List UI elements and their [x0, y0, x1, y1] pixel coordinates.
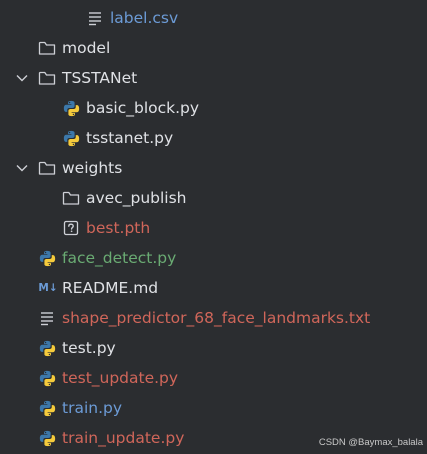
- tree-item-label: test.py: [62, 339, 116, 357]
- tree-item-label: train_update.py: [62, 429, 185, 447]
- markdown-file-icon: M↓: [38, 282, 58, 294]
- tree-item-shape-predictor-txt[interactable]: shape_predictor_68_face_landmarks.txt: [0, 303, 427, 333]
- python-file-icon: [38, 429, 56, 447]
- tree-item-avec-publish[interactable]: avec_publish: [0, 183, 427, 213]
- tree-item-label: best.pth: [86, 219, 151, 237]
- tree-item-label: label.csv: [110, 9, 179, 27]
- python-file-icon: [38, 339, 56, 357]
- tree-item-face-detect-py[interactable]: face_detect.py: [0, 243, 427, 273]
- folder-icon: [38, 69, 56, 87]
- tree-item-label-csv[interactable]: label.csv: [0, 3, 427, 33]
- tree-item-label: tsstanet.py: [86, 129, 174, 147]
- tree-item-train-py[interactable]: train.py: [0, 393, 427, 423]
- chevron-down-icon[interactable]: [14, 160, 30, 176]
- folder-icon: [62, 189, 80, 207]
- tree-item-label: TSSTANet: [62, 69, 138, 87]
- tree-item-label: face_detect.py: [62, 249, 177, 267]
- folder-icon: [38, 159, 56, 177]
- tree-item-label: avec_publish: [86, 189, 187, 207]
- text-file-icon: [38, 309, 56, 327]
- tree-item-weights[interactable]: weights: [0, 153, 427, 183]
- tree-item-basic-block-py[interactable]: basic_block.py: [0, 93, 427, 123]
- python-file-icon: [38, 369, 56, 387]
- python-file-icon: [62, 99, 80, 117]
- python-file-icon: [38, 249, 56, 267]
- tree-item-label: README.md: [62, 279, 159, 297]
- python-file-icon: [38, 399, 56, 417]
- tree-item-test-update-py[interactable]: test_update.py: [0, 363, 427, 393]
- tree-item-label: shape_predictor_68_face_landmarks.txt: [62, 309, 371, 327]
- tree-item-label: train.py: [62, 399, 123, 417]
- tree-item-tsstanet[interactable]: TSSTANet: [0, 63, 427, 93]
- tree-item-model[interactable]: model: [0, 33, 427, 63]
- unknown-file-icon: [62, 219, 80, 237]
- watermark: CSDN @Baymax_balala: [318, 437, 423, 448]
- tree-item-label: model: [62, 39, 111, 57]
- tree-item-best-pth[interactable]: best.pth: [0, 213, 427, 243]
- chevron-down-icon[interactable]: [14, 70, 30, 86]
- tree-item-test-py[interactable]: test.py: [0, 333, 427, 363]
- folder-icon: [38, 39, 56, 57]
- tree-item-readme-md[interactable]: M↓ README.md: [0, 273, 427, 303]
- tree-item-label: test_update.py: [62, 369, 179, 387]
- python-file-icon: [62, 129, 80, 147]
- tree-item-label: basic_block.py: [86, 99, 200, 117]
- text-file-icon: [86, 9, 104, 27]
- tree-item-tsstanet-py[interactable]: tsstanet.py: [0, 123, 427, 153]
- tree-item-label: weights: [62, 159, 123, 177]
